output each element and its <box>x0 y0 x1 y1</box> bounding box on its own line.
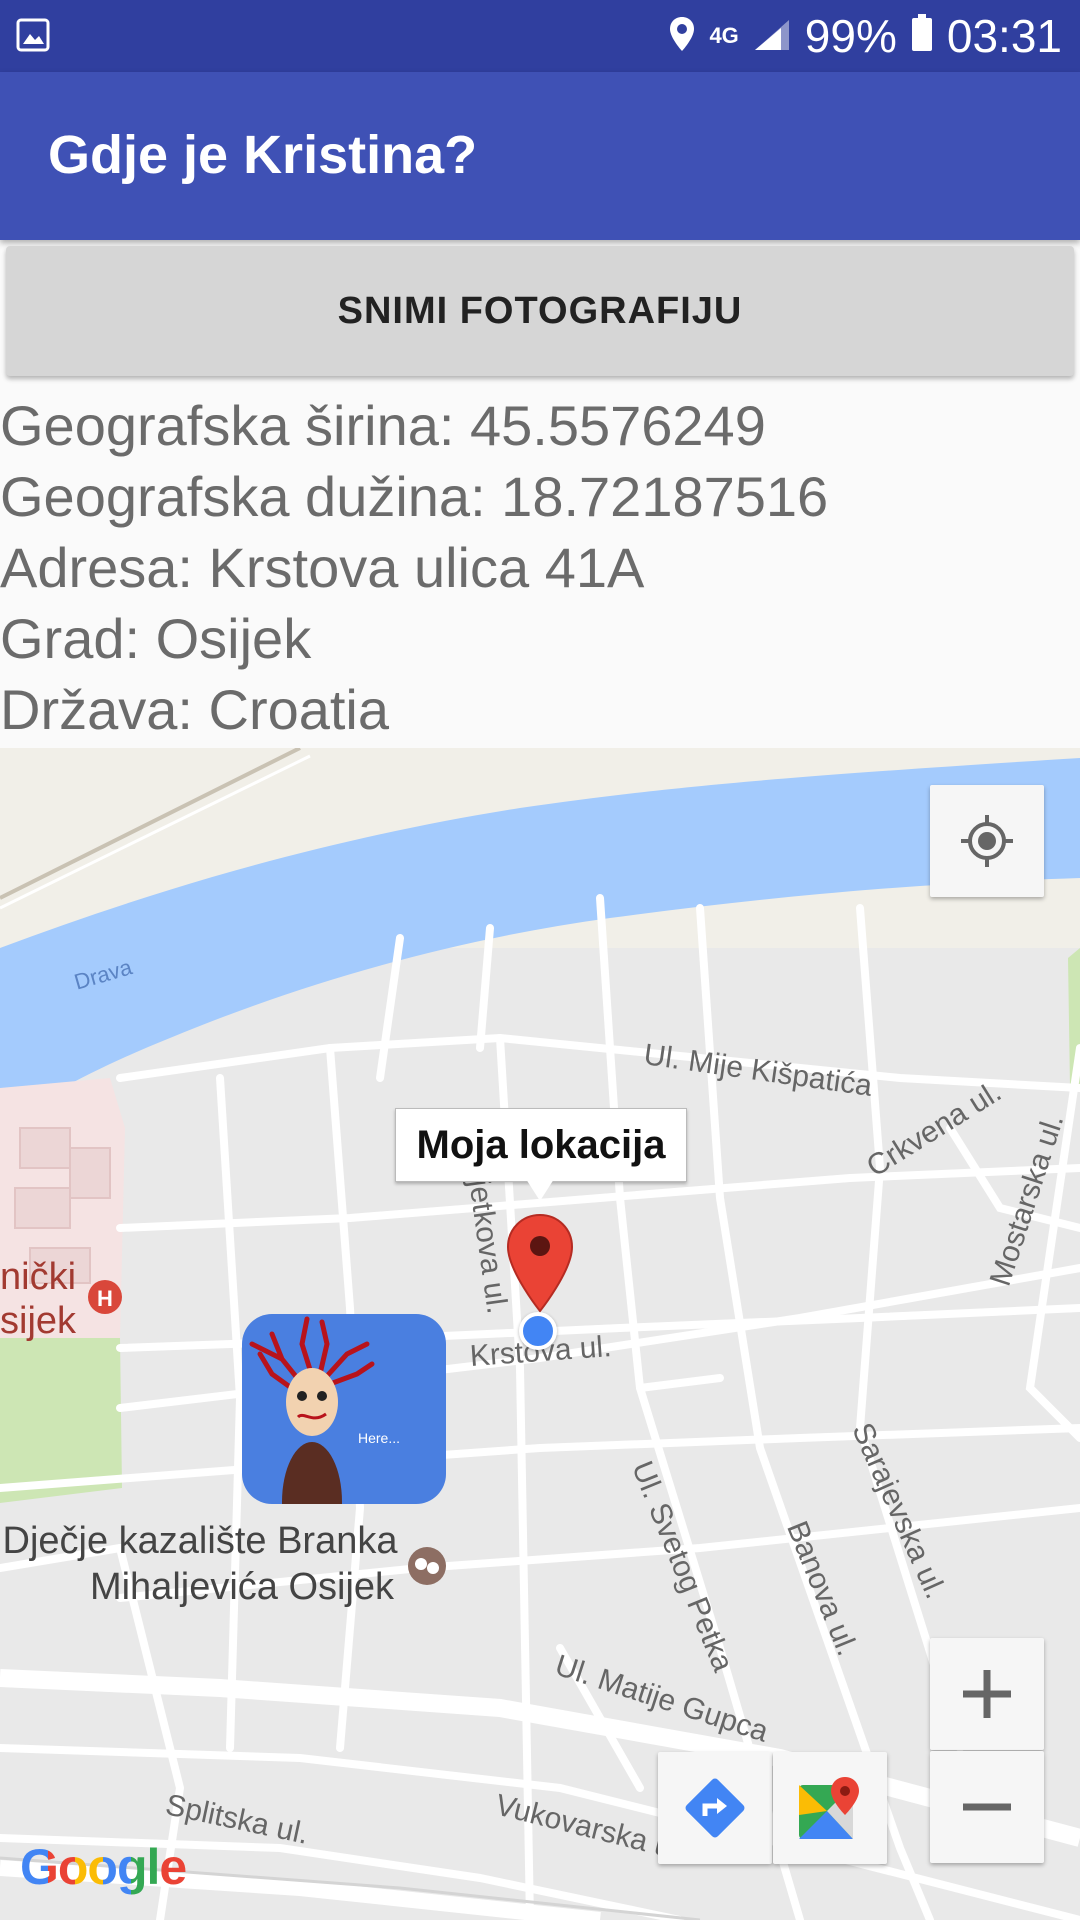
hospital-label-line2: sijek <box>0 1300 77 1342</box>
photo-thumbnail-marker[interactable]: Here... <box>242 1314 446 1504</box>
zoom-in-button[interactable] <box>930 1638 1044 1750</box>
crosshair-icon <box>961 815 1013 867</box>
battery-icon <box>911 9 933 63</box>
location-marker-pin[interactable] <box>506 1213 574 1313</box>
street-network <box>0 894 1080 1920</box>
my-location-button[interactable] <box>930 785 1044 897</box>
zoom-out-button[interactable] <box>930 1751 1044 1863</box>
open-google-maps-button[interactable] <box>773 1752 887 1864</box>
network-type-label: 4G <box>709 23 739 48</box>
battery-percent: 99% <box>804 10 897 62</box>
latitude-text: Geografska širina: 45.5576249 <box>0 394 766 457</box>
photo-caption: Here... <box>358 1430 401 1446</box>
location-icon <box>669 9 695 63</box>
country-text: Država: Croatia <box>0 678 390 741</box>
city-text: Grad: Osijek <box>0 607 312 670</box>
directions-icon <box>685 1778 745 1838</box>
app-bar: Gdje je Kristina? <box>0 72 1080 240</box>
take-photo-button[interactable]: SNIMI FOTOGRAFIJU <box>6 246 1074 376</box>
theatre-label-line1: Dječje kazalište Branka <box>2 1520 398 1562</box>
location-info: Geografska širina: 45.5576249 Geografska… <box>0 390 1080 745</box>
status-bar: 4G 99% 03:31 <box>0 0 1080 72</box>
hospital-label-line1: nički <box>0 1256 77 1298</box>
marker-info-window-tip <box>526 1179 554 1201</box>
google-maps-icon <box>799 1777 859 1839</box>
signal-icon <box>753 9 791 63</box>
directions-button[interactable] <box>658 1752 772 1864</box>
kristina-drawing-icon <box>249 1316 375 1504</box>
google-logo: Google <box>20 1839 187 1895</box>
longitude-text: Geografska dužina: 18.72187516 <box>0 465 829 528</box>
my-location-dot <box>519 1312 557 1350</box>
address-text: Adresa: Krstova ulica 41A <box>0 536 645 599</box>
map-view[interactable]: H Drava Ul. Mije Kišpatića Crkvena ul. M… <box>0 748 1080 1920</box>
theatre-label-line2: Mihaljevića Osijek <box>89 1566 395 1608</box>
gallery-notification-icon <box>16 18 50 52</box>
svg-text:H: H <box>97 1286 113 1311</box>
marker-info-window[interactable]: Moja lokacija <box>395 1108 687 1182</box>
plus-icon <box>963 1670 1011 1718</box>
clock: 03:31 <box>946 10 1062 62</box>
minus-icon <box>963 1803 1011 1811</box>
app-title: Gdje je Kristina? <box>48 125 478 185</box>
